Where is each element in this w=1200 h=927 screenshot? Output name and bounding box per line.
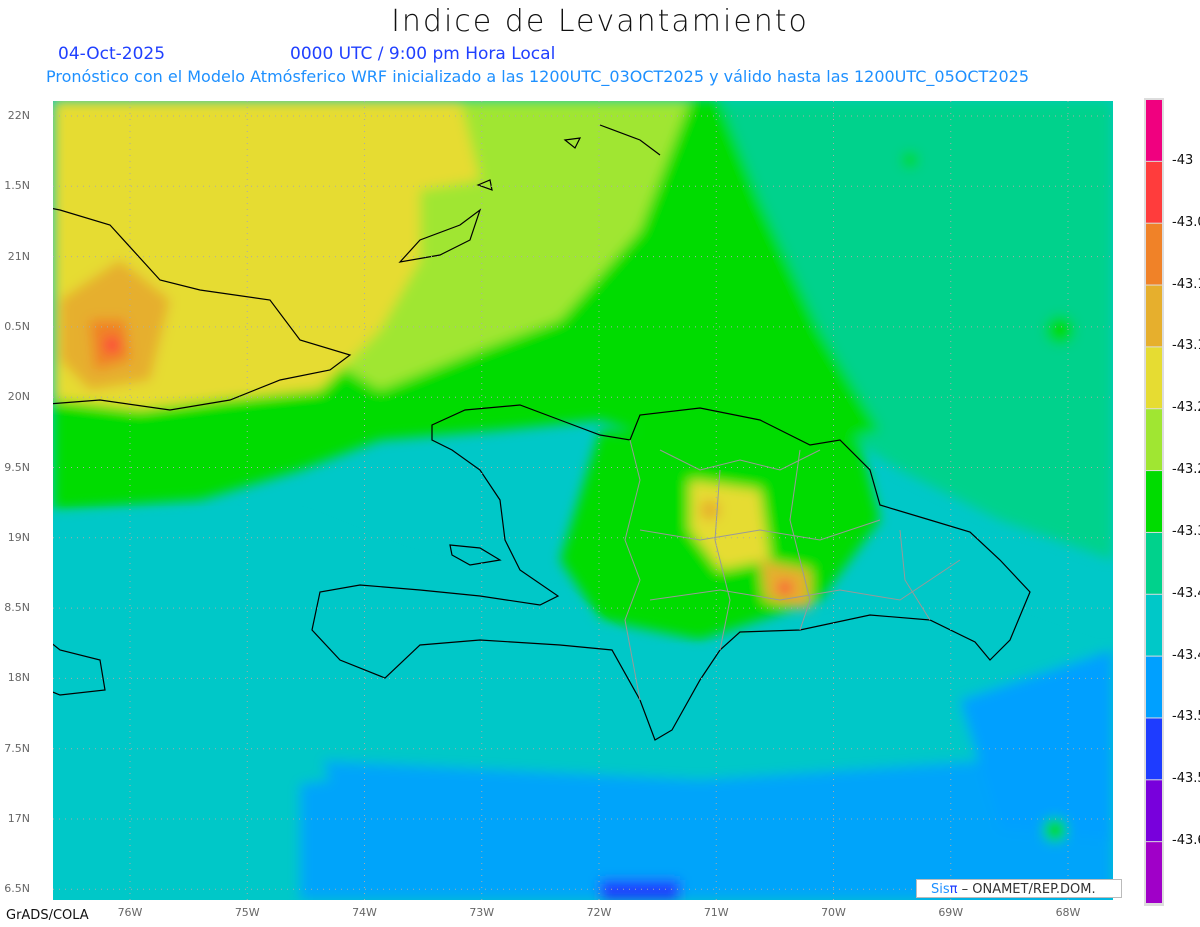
lon-label: 70W bbox=[821, 906, 846, 919]
colorbar-label: -43.3 bbox=[1172, 523, 1200, 539]
lat-label: 20N bbox=[7, 390, 30, 404]
lon-label: 75W bbox=[234, 906, 260, 919]
lat-label: 17N bbox=[7, 812, 30, 825]
lat-label: 7.5N bbox=[4, 741, 30, 755]
lat-label: 6.5N bbox=[4, 882, 30, 896]
colorbar-label: -43.2 bbox=[1172, 400, 1200, 416]
colorbar-label: -43.2 bbox=[1172, 462, 1200, 478]
lat-label: 21N bbox=[7, 249, 30, 263]
colorbar-swatch bbox=[1146, 656, 1162, 718]
lat-label: 1.5N bbox=[4, 179, 30, 193]
colorbar-label: -43.1 bbox=[1172, 338, 1200, 354]
colorbar-label: -43.4 bbox=[1172, 647, 1200, 663]
grads-footer: GrADS/COLA bbox=[6, 908, 89, 923]
colorbar-swatch bbox=[1146, 718, 1162, 780]
colorbar-label: -43.0 bbox=[1172, 214, 1200, 230]
lon-label: 69W bbox=[938, 906, 964, 919]
colorbar bbox=[1144, 98, 1164, 906]
lon-label: 72W bbox=[586, 906, 612, 919]
colorbar-swatch bbox=[1146, 161, 1162, 223]
lat-label: 0.5N bbox=[4, 319, 30, 333]
lat-label: 22N bbox=[7, 109, 30, 122]
credit-text: – ONAMET/REP.DOM. bbox=[957, 882, 1096, 897]
colorbar-swatch bbox=[1146, 223, 1162, 285]
colorbar-swatch bbox=[1146, 780, 1162, 842]
colorbar-swatch bbox=[1146, 285, 1162, 347]
credit-box: Sisπ – ONAMET/REP.DOM. bbox=[916, 879, 1122, 898]
colorbar-label: -43.4 bbox=[1172, 585, 1200, 601]
lon-label: 68W bbox=[1055, 906, 1081, 919]
lon-label: 76W bbox=[117, 906, 143, 919]
colorbar-swatch bbox=[1146, 594, 1162, 656]
map-plot bbox=[53, 98, 1164, 906]
colorbar-label: -43.1 bbox=[1172, 276, 1200, 292]
lat-label: 9.5N bbox=[4, 460, 30, 474]
lifted-index-field bbox=[53, 101, 1113, 900]
colorbar-label: -43.5 bbox=[1172, 771, 1200, 787]
colorbar-swatch bbox=[1146, 100, 1162, 161]
colorbar-swatch bbox=[1146, 532, 1162, 594]
colorbar-label: -43 bbox=[1172, 152, 1194, 168]
colorbar-swatch bbox=[1146, 471, 1162, 532]
sispi-logo: Sis bbox=[931, 882, 950, 897]
colorbar-swatch bbox=[1146, 409, 1162, 471]
lat-label: 19N bbox=[7, 530, 30, 544]
lon-label: 73W bbox=[469, 906, 495, 919]
lon-label: 74W bbox=[352, 906, 377, 919]
colorbar-label: -43.6 bbox=[1172, 833, 1200, 849]
colorbar-label: -43.5 bbox=[1172, 709, 1200, 725]
lat-label: 18N bbox=[7, 671, 30, 685]
lat-label: 8.5N bbox=[4, 601, 30, 615]
colorbar-swatch bbox=[1146, 347, 1162, 409]
lon-label: 71W bbox=[703, 906, 729, 919]
colorbar-swatch bbox=[1146, 842, 1162, 903]
